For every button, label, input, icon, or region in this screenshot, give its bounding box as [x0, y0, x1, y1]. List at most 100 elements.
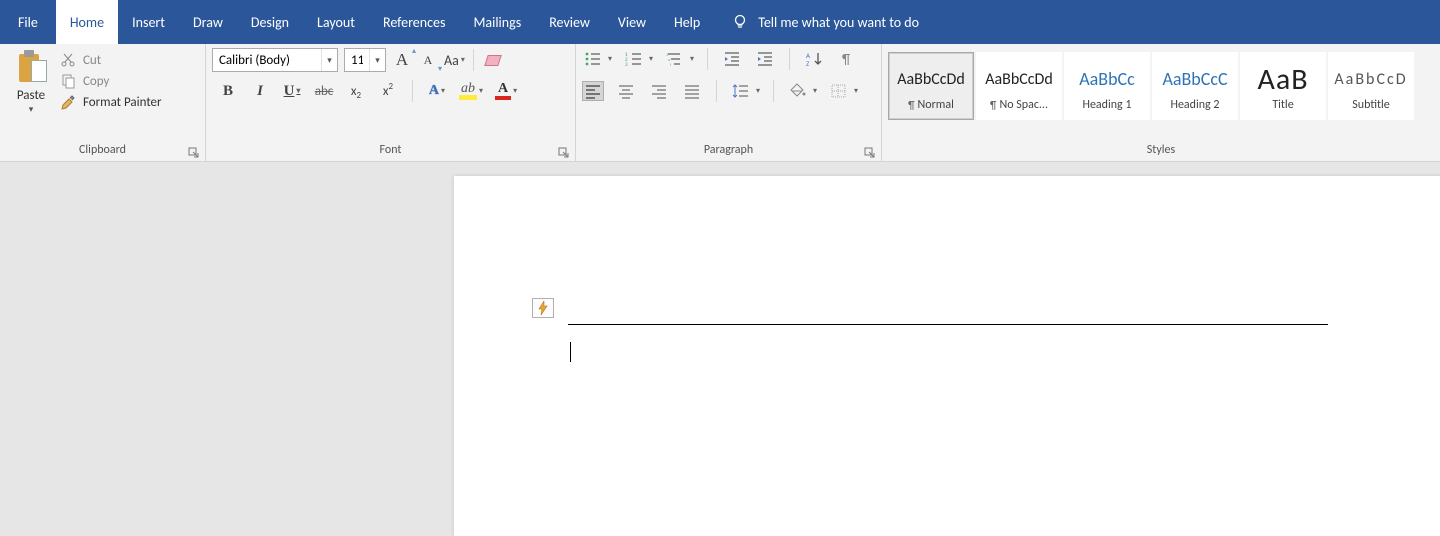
highlight-color-button[interactable]: ab▾ — [459, 80, 483, 102]
scissors-icon — [60, 52, 76, 68]
separator — [773, 80, 774, 102]
subscript-button[interactable]: x2 — [346, 80, 366, 102]
borders-button[interactable] — [828, 81, 850, 101]
shading-button[interactable] — [787, 81, 809, 101]
tab-file[interactable]: File — [0, 0, 56, 44]
grow-font-button[interactable]: A▴ — [392, 49, 412, 71]
group-styles: AaBbCcDd¶NormalAaBbCcDd¶No Spac...AaBbCc… — [882, 44, 1440, 161]
ribbon-tab-bar: File Home Insert Draw Design Layout Refe… — [0, 0, 1440, 44]
font-color-button[interactable]: A▾ — [495, 80, 517, 102]
document-page[interactable] — [454, 176, 1440, 536]
tab-layout[interactable]: Layout — [303, 0, 369, 44]
decrease-indent-button[interactable] — [721, 49, 743, 69]
style-normal[interactable]: AaBbCcDd¶Normal — [888, 52, 974, 120]
style-preview: AaBbCc — [1079, 60, 1135, 98]
font-size-dropdown[interactable]: ▾ — [369, 49, 385, 71]
multilevel-dropdown[interactable]: ▾ — [690, 54, 694, 64]
line-spacing-button[interactable] — [730, 81, 752, 101]
font-size-input[interactable] — [345, 49, 369, 71]
tab-insert[interactable]: Insert — [118, 0, 179, 44]
svg-text:Z: Z — [806, 59, 810, 67]
horizontal-rule — [568, 324, 1328, 325]
text-effects-button[interactable]: A▾ — [427, 80, 447, 102]
style-preview: AaB — [1257, 60, 1308, 98]
clipboard-launcher[interactable] — [188, 145, 200, 157]
tab-review[interactable]: Review — [535, 0, 604, 44]
ribbon: Paste ▾ Cut Copy — [0, 44, 1440, 162]
styles-gallery[interactable]: AaBbCcDd¶NormalAaBbCcDd¶No Spac...AaBbCc… — [886, 48, 1416, 120]
separator — [412, 80, 413, 102]
style-subtitle[interactable]: AaBbCcDSubtitle — [1328, 52, 1414, 120]
multilevel-list-button[interactable]: 1ai — [664, 49, 686, 69]
justify-button[interactable] — [681, 81, 703, 101]
italic-button[interactable]: I — [250, 80, 270, 102]
show-paragraph-marks-button[interactable]: ¶ — [836, 49, 858, 69]
bold-button[interactable]: B — [218, 80, 238, 102]
numbering-dropdown[interactable]: ▾ — [649, 54, 653, 64]
font-name-dropdown[interactable]: ▾ — [321, 49, 337, 71]
align-center-button[interactable] — [615, 81, 637, 101]
group-label-clipboard: Clipboard — [0, 143, 205, 161]
style-no-spac-[interactable]: AaBbCcDd¶No Spac... — [976, 52, 1062, 120]
paragraph-launcher[interactable] — [864, 145, 876, 157]
change-case-label: Aa — [444, 52, 459, 69]
tab-references[interactable]: References — [369, 0, 459, 44]
tab-help[interactable]: Help — [660, 0, 714, 44]
align-left-button[interactable] — [582, 81, 604, 101]
group-paragraph: ▾ 123 ▾ 1ai ▾ AZ ¶ ▾ — [576, 44, 882, 161]
bullets-dropdown[interactable]: ▾ — [608, 54, 612, 64]
style-title[interactable]: AaBTitle — [1240, 52, 1326, 120]
tab-draw[interactable]: Draw — [179, 0, 237, 44]
group-clipboard: Paste ▾ Cut Copy — [0, 44, 206, 161]
paste-icon — [15, 50, 47, 86]
line-spacing-dropdown[interactable]: ▾ — [756, 86, 760, 96]
sort-button[interactable]: AZ — [803, 49, 825, 69]
lightbulb-icon — [732, 14, 748, 30]
paintbrush-icon — [60, 94, 76, 110]
align-right-button[interactable] — [648, 81, 670, 101]
cut-button[interactable]: Cut — [60, 52, 162, 68]
shading-dropdown[interactable]: ▾ — [813, 86, 817, 96]
tell-me-search[interactable]: Tell me what you want to do — [714, 0, 919, 44]
style-preview: AaBbCcD — [1334, 60, 1407, 98]
format-painter-button[interactable]: Format Painter — [60, 94, 162, 110]
strikethrough-button[interactable]: abc — [314, 80, 334, 102]
font-name-input[interactable] — [213, 49, 321, 71]
copy-button[interactable]: Copy — [60, 73, 162, 89]
font-name-combo[interactable]: ▾ — [212, 48, 338, 72]
clear-formatting-button[interactable] — [482, 49, 502, 71]
group-label-styles: Styles — [882, 143, 1440, 161]
style-preview: AaBbCcDd — [985, 60, 1053, 98]
autocorrect-options-button[interactable] — [532, 298, 554, 318]
svg-text:i: i — [670, 63, 671, 67]
style-name-label: Subtitle — [1352, 98, 1390, 112]
tab-view[interactable]: View — [604, 0, 660, 44]
copy-icon — [60, 73, 76, 89]
style-name-label: ¶Normal — [908, 98, 954, 112]
tab-design[interactable]: Design — [237, 0, 303, 44]
underline-button[interactable]: U▾ — [282, 80, 302, 102]
style-name-label: Heading 2 — [1170, 98, 1219, 112]
style-heading-1[interactable]: AaBbCcHeading 1 — [1064, 52, 1150, 120]
tell-me-label: Tell me what you want to do — [758, 14, 919, 31]
style-name-label: ¶No Spac... — [990, 98, 1048, 112]
borders-dropdown[interactable]: ▾ — [854, 86, 858, 96]
separator — [473, 49, 474, 71]
tab-mailings[interactable]: Mailings — [459, 0, 535, 44]
bullets-button[interactable] — [582, 49, 604, 69]
numbering-button[interactable]: 123 — [623, 49, 645, 69]
group-label-paragraph: Paragraph — [576, 143, 881, 161]
font-size-combo[interactable]: ▾ — [344, 48, 386, 72]
style-heading-2[interactable]: AaBbCcCHeading 2 — [1152, 52, 1238, 120]
increase-indent-button[interactable] — [754, 49, 776, 69]
font-launcher[interactable] — [558, 145, 570, 157]
text-cursor — [570, 342, 571, 362]
paste-button[interactable]: Paste ▾ — [6, 48, 56, 115]
separator — [789, 48, 790, 70]
superscript-button[interactable]: x2 — [378, 80, 398, 102]
paste-dropdown[interactable]: ▾ — [29, 104, 34, 115]
svg-text:3: 3 — [625, 62, 628, 67]
shrink-font-button[interactable]: A▾ — [418, 49, 438, 71]
change-case-button[interactable]: Aa▾ — [444, 49, 465, 71]
tab-home[interactable]: Home — [56, 0, 118, 44]
